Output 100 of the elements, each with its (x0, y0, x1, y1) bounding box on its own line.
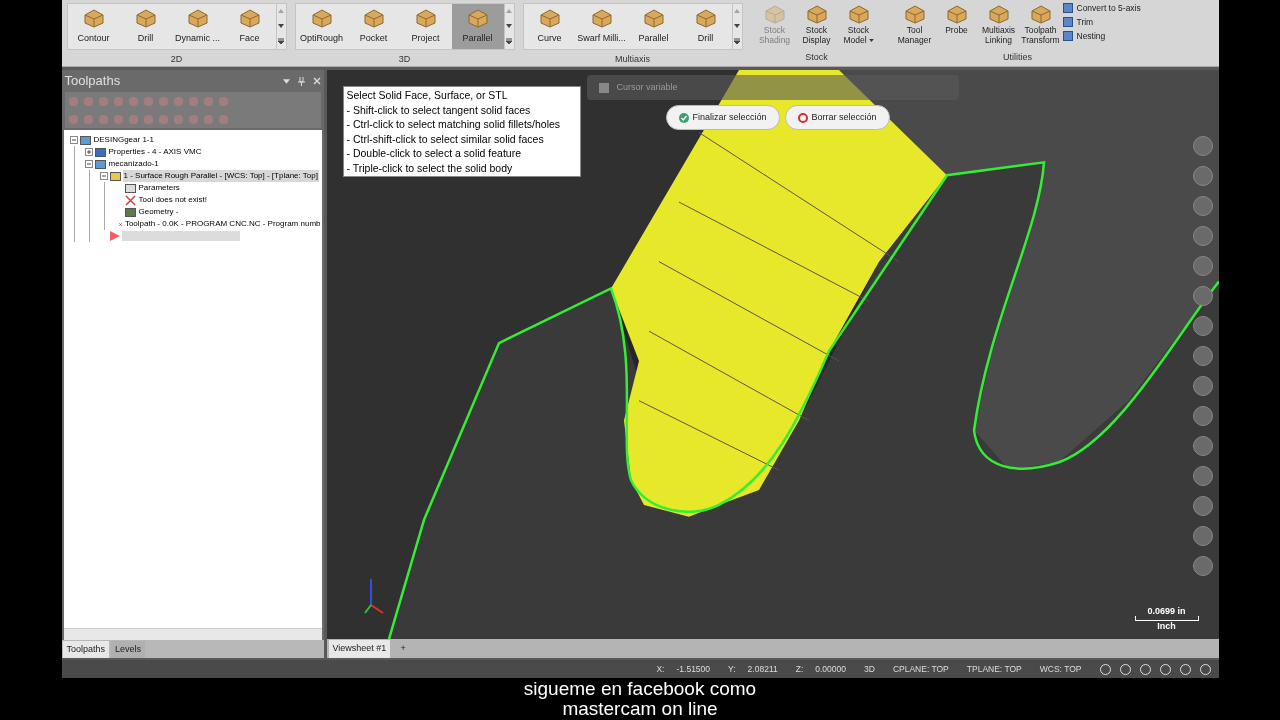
dropdown-icon[interactable] (282, 78, 290, 84)
subtitle-line: sigueme en facebook como (523, 679, 757, 699)
plane-indicator[interactable]: WCS: TOP (1039, 662, 1082, 676)
node-icon (124, 183, 136, 193)
scale-bar (1134, 616, 1199, 621)
expand-icon[interactable] (506, 38, 512, 45)
small-ribbon-button[interactable]: Trim (1062, 15, 1141, 29)
group-label: Stock (805, 51, 828, 64)
viewsheet-tab[interactable]: Viewsheet #1 (328, 640, 391, 658)
block-icon (465, 7, 490, 29)
horizontal-scrollbar[interactable] (63, 628, 322, 640)
ribbon-button[interactable]: Multiaxis Linking (978, 0, 1019, 45)
group-label: 2D (170, 52, 183, 66)
tree-item[interactable]: Geometry - (137, 206, 180, 218)
block-icon (804, 3, 829, 25)
node-icon (79, 135, 91, 145)
node-icon (94, 159, 106, 169)
ribbon-button[interactable]: Probe (936, 0, 977, 35)
block-icon (641, 7, 666, 29)
tree-item[interactable]: DESINGgear 1-1 (92, 134, 155, 146)
tree-item[interactable]: Toolpath - 0.0K - PROGRAM CNC.NC - Program numb (123, 218, 322, 230)
prohibited-icon (797, 112, 808, 123)
scroll-down-icon[interactable] (734, 24, 740, 29)
block-icon (589, 7, 614, 29)
hint-line: - Triple-click to select the solid body (346, 160, 514, 175)
group-label: 3D (398, 52, 411, 66)
collapse-icon[interactable] (99, 172, 108, 180)
caret-icon (868, 39, 874, 43)
cross-icon (124, 194, 136, 206)
plane-indicator[interactable]: CPLANE: TOP (892, 662, 949, 676)
block-icon (846, 3, 871, 25)
panel-title: Toolpaths (64, 72, 121, 91)
scale-value: 0.0699 in (1147, 606, 1186, 616)
block-icon (185, 7, 210, 29)
hint-line: - Ctrl-click to select matching solid fillets/holes (346, 117, 562, 132)
small-ribbon-button[interactable]: Nesting (1062, 29, 1141, 43)
pin-icon[interactable] (297, 76, 305, 86)
ribbon-button[interactable]: Parallel (627, 4, 680, 49)
plane-indicator[interactable]: 3D (864, 662, 875, 676)
tree-item[interactable]: Tool does not exist! (137, 194, 208, 206)
block-icon (537, 7, 562, 29)
panel-tab[interactable]: Levels (111, 641, 146, 658)
block-icon (361, 7, 386, 29)
tree-item[interactable]: Properties - 4 - AXIS VMC (107, 146, 203, 158)
scroll-down-icon[interactable] (506, 24, 512, 29)
block-icon (762, 3, 787, 25)
plane-indicator[interactable]: TPLANE: TOP (966, 662, 1022, 676)
ribbon-button[interactable]: Drill (679, 4, 732, 49)
ribbon-button[interactable]: Dynamic ... (171, 4, 224, 49)
check-icon (678, 112, 689, 123)
close-icon[interactable] (312, 77, 321, 85)
hint-line: - Ctrl-shift-click to select similar solid faces (346, 131, 545, 146)
ribbon-button[interactable]: Pocket (347, 4, 400, 49)
ribbon-button[interactable]: OptiRough (295, 4, 348, 49)
expand-icon[interactable] (734, 38, 740, 45)
ribbon-button[interactable]: Project (399, 4, 452, 49)
ribbon-button[interactable]: Face (223, 4, 276, 49)
tree-item[interactable]: mecanizado-1 (107, 158, 160, 170)
scale-unit: Inch (1157, 621, 1176, 631)
block-icon (944, 3, 969, 25)
selection-button[interactable]: Finalizar selección (665, 105, 780, 130)
folder-icon (109, 171, 121, 181)
scroll-down-icon[interactable] (278, 24, 284, 29)
expand-icon[interactable] (278, 38, 284, 45)
coordinate-value: -1.51500 (676, 662, 711, 676)
expand-icon[interactable] (84, 148, 93, 156)
subtitle-line: mastercam on line (562, 699, 718, 719)
collapse-icon[interactable] (84, 160, 93, 168)
small-ribbon-button[interactable]: Convert to 5-axis (1062, 2, 1141, 15)
selection-button[interactable]: Borrar selección (784, 105, 890, 130)
hint-line: - Shift-click to select tangent solid faces (346, 102, 532, 117)
add-tab-button[interactable]: + (392, 640, 414, 658)
group-label: Multiaxis (615, 52, 650, 66)
hint-line: - Double-click to select a solid feature (346, 146, 522, 161)
block-icon (902, 3, 927, 25)
ribbon-button[interactable]: Toolpath Transform (1020, 0, 1061, 45)
node-icon (94, 147, 106, 157)
block-icon (309, 7, 334, 29)
ribbon-button[interactable]: Stock Model (838, 0, 879, 45)
block-icon (693, 7, 718, 29)
ribbon-button[interactable]: Swarf Milli... (575, 4, 628, 49)
collapse-icon[interactable] (69, 136, 78, 144)
coordinate-label: X: (656, 662, 665, 676)
coordinate-value: 2.08211 (747, 662, 778, 676)
ribbon-button[interactable]: Curve (523, 4, 576, 49)
ribbon-button[interactable]: Drill (119, 4, 172, 49)
block-icon (413, 7, 438, 29)
block-icon (81, 7, 106, 29)
block-icon (237, 7, 262, 29)
block-icon (133, 7, 158, 29)
ribbon-button[interactable]: Contour (67, 4, 120, 49)
block-icon (986, 3, 1011, 25)
ribbon-button[interactable]: Parallel (451, 4, 504, 49)
tree-item[interactable]: 1 - Surface Rough Parallel - [WCS: Top] - [Tplane: Top] (122, 170, 319, 182)
ribbon-button[interactable]: Stock Display (796, 0, 837, 45)
tree-item[interactable]: Parameters (137, 182, 181, 194)
panel-tab[interactable]: Toolpaths (62, 641, 110, 658)
block-icon (1028, 3, 1053, 25)
ribbon-button[interactable]: Tool Manager (894, 0, 935, 45)
insert-arrow-icon (109, 231, 120, 241)
